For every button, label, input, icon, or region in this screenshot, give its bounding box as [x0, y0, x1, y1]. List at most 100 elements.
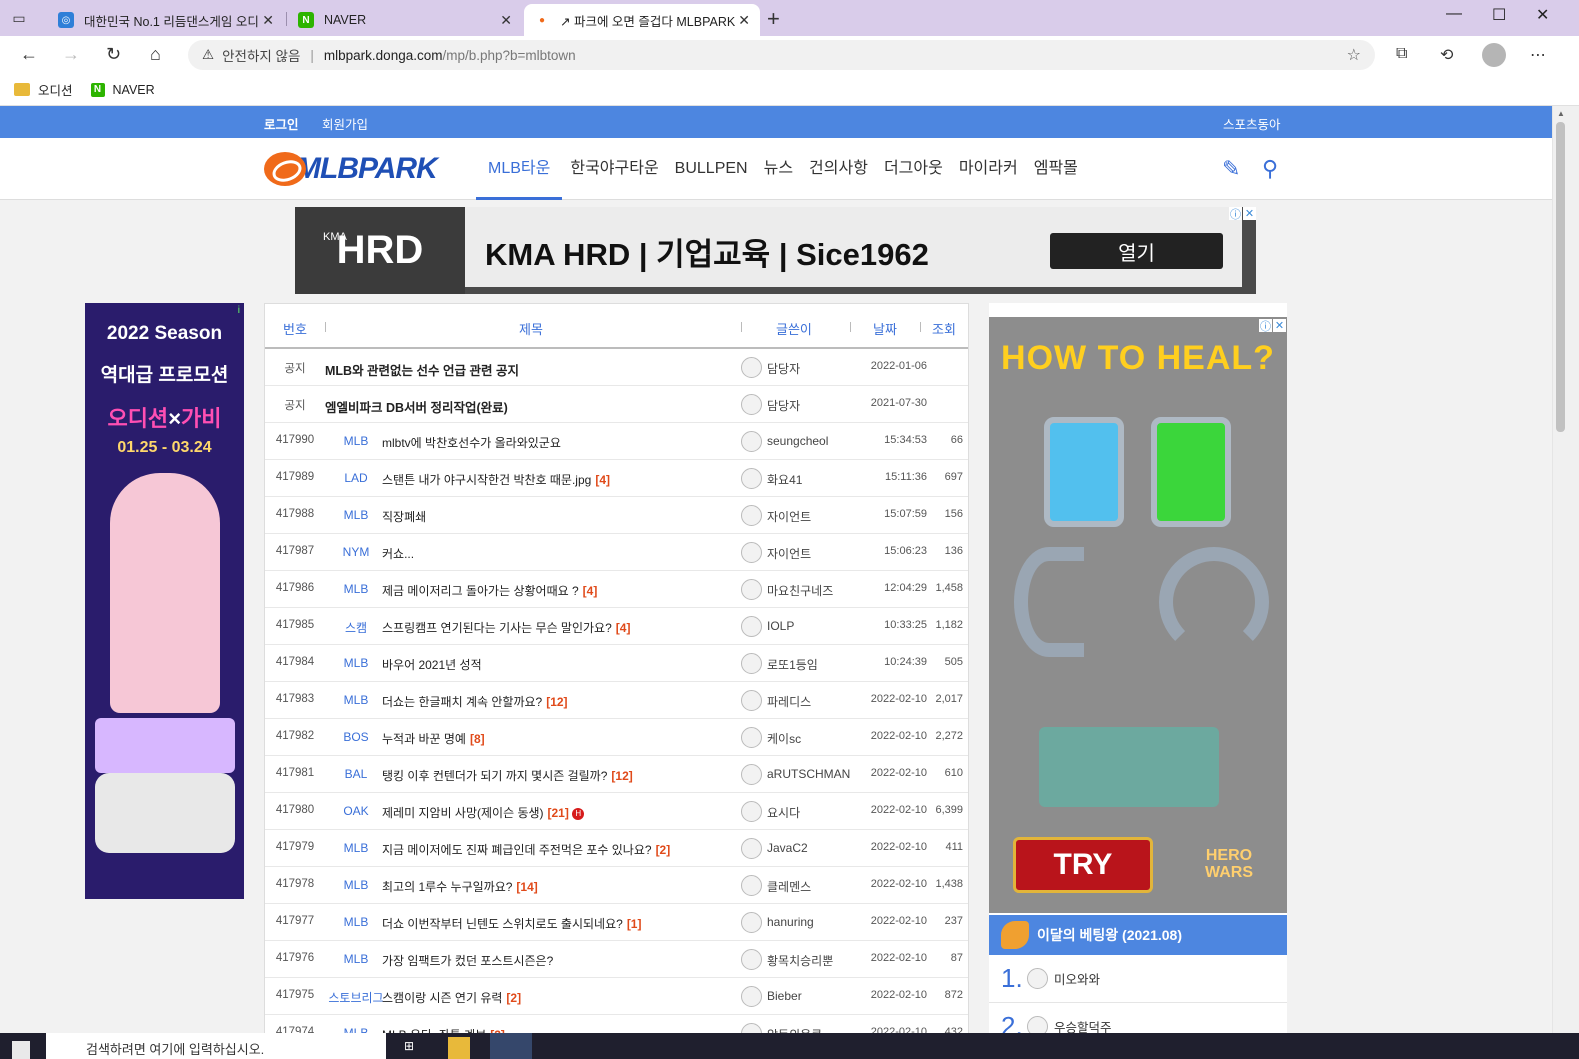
post-category[interactable]: MLB — [327, 915, 385, 929]
post-writer[interactable]: 케이sc — [767, 730, 801, 747]
post-title[interactable]: 최고의 1루수 누구일까요? — [382, 880, 512, 894]
post-row[interactable]: 417986 MLB 제금 메이저리그 돌아가는 상황어때요 ? [4] 마요친구… — [265, 571, 968, 608]
post-title[interactable]: 제레미 지암비 사망(제이슨 동생) — [382, 806, 544, 820]
top-banner-ad[interactable]: KMA HRD KMA HRD | 기업교육 | Sice1962 열기 ⓘ ✕ — [295, 207, 1256, 294]
maximize-icon[interactable]: ☐ — [1492, 5, 1506, 25]
right-ad[interactable]: HOW TO HEAL? TRY HERO WARS ⓘ ✕ — [989, 317, 1287, 913]
post-title[interactable]: 바우어 2021년 성적 — [382, 658, 482, 672]
post-row[interactable]: 417985 스캠 스프링캠프 연기된다는 기사는 무슨 말인가요? [4] IO… — [265, 608, 968, 645]
post-title[interactable]: 커쇼... — [382, 547, 414, 561]
post-row[interactable]: 417974 MLB MLB 우타, 좌투 계보[2] 알동의웅쿤 2022-0… — [265, 1015, 968, 1033]
ad-open-button[interactable]: 열기 — [1050, 233, 1223, 269]
task-view-icon[interactable]: ⊞ — [404, 1039, 414, 1053]
post-category[interactable]: OAK — [327, 804, 385, 818]
post-row[interactable]: 417976 MLB 가장 임팩트가 컸던 포스트시즌은? 황목치승리뿐 202… — [265, 941, 968, 978]
nav-bullpen[interactable]: BULLPEN — [667, 138, 756, 200]
post-writer[interactable]: 알동의웅쿤 — [767, 1026, 822, 1033]
post-title-wrap[interactable]: 바우어 2021년 성적 — [382, 656, 486, 673]
post-title-wrap[interactable]: 제레미 지암비 사망(제이슨 동생) [21] H — [382, 804, 585, 821]
post-row[interactable]: 417990 MLB mlbtv에 박찬호선수가 올라와있군요 seungche… — [265, 423, 968, 460]
post-category[interactable]: LAD — [327, 471, 385, 485]
collections-icon[interactable]: ⧉ — [1396, 45, 1407, 63]
new-tab-icon[interactable]: + — [767, 6, 780, 32]
post-title-wrap[interactable]: mlbtv에 박찬호선수가 올라와있군요 — [382, 434, 565, 451]
nav-news[interactable]: 뉴스 — [756, 138, 801, 200]
post-category[interactable]: MLB — [327, 841, 385, 855]
post-title-wrap[interactable]: 제금 메이저리그 돌아가는 상황어때요 ? [4] — [382, 582, 597, 599]
post-writer[interactable]: JavaC2 — [767, 841, 808, 855]
extensions-icon[interactable]: ⟲ — [1440, 45, 1453, 65]
tab-mlbpark[interactable]: ● ↗ 파크에 오면 즐겁다 MLBPARK ✕ — [524, 4, 760, 36]
post-category[interactable]: MLB — [327, 582, 385, 596]
post-title[interactable]: 지금 메이저에도 진짜 폐급인데 주전먹은 포수 있나요? — [382, 843, 652, 857]
minimize-icon[interactable]: — — [1446, 5, 1462, 23]
back-icon[interactable]: ← — [20, 44, 38, 65]
post-title[interactable]: 스캠이랑 시즌 연기 유력 — [382, 991, 502, 1005]
post-category[interactable]: MLB — [327, 952, 385, 966]
file-explorer-icon[interactable] — [448, 1037, 470, 1059]
nav-my-locker[interactable]: 마이라커 — [951, 138, 1026, 200]
tab-actions-icon[interactable]: ▭ — [10, 9, 28, 27]
post-row[interactable]: 417988 MLB 직장폐쇄 자이언트 15:07:59 156 — [265, 497, 968, 534]
ad-info-icon[interactable]: ⓘ — [1259, 319, 1272, 333]
ad-close-icon[interactable]: ✕ — [1273, 319, 1286, 332]
login-link[interactable]: 로그인 — [264, 114, 299, 133]
nav-suggestions[interactable]: 건의사항 — [801, 138, 876, 200]
windows-start-icon[interactable] — [12, 1041, 30, 1059]
post-title-wrap[interactable]: 가장 임팩트가 컸던 포스트시즌은? — [382, 952, 557, 969]
bookmark-naver[interactable]: N NAVER — [90, 82, 155, 97]
post-title-wrap[interactable]: MLB 우타, 좌투 계보[2] — [382, 1026, 505, 1033]
notice-row[interactable]: 공지 엠엘비파크 DB서버 정리작업(완료) 담당자 2021-07-30 — [265, 386, 968, 423]
post-title[interactable]: 탱킹 이후 컨텐더가 되기 까지 몇시즌 걸릴까? — [382, 769, 607, 783]
left-ad[interactable]: i 2022 Season 역대급 프로모션 오디션×가비 01.25 - 03… — [85, 303, 244, 899]
post-writer[interactable]: 파레디스 — [767, 693, 811, 710]
close-tab-icon[interactable]: ✕ — [262, 12, 274, 29]
post-row[interactable]: 417984 MLB 바우어 2021년 성적 로또1등임 10:24:39 5… — [265, 645, 968, 682]
post-category[interactable]: MLB — [327, 693, 385, 707]
post-title-wrap[interactable]: 더쇼 이번작부터 닌텐도 스위치로도 출시되네요? [1] — [382, 915, 641, 932]
nav-korea-baseball-town[interactable]: 한국야구타운 — [562, 138, 666, 200]
url-field[interactable]: ⚠ 안전하지 않음 | mlbpark.donga.com /mp/b.php?… — [188, 40, 1375, 70]
profile-icon[interactable] — [1482, 43, 1506, 67]
post-title-wrap[interactable]: 누적과 바꾼 명예 [8] — [382, 730, 485, 747]
refresh-icon[interactable]: ↻ — [106, 44, 121, 65]
nav-dugout[interactable]: 더그아웃 — [876, 138, 951, 200]
post-writer[interactable]: 클레멘스 — [767, 878, 811, 895]
scroll-up-icon[interactable]: ▲ — [1557, 109, 1565, 118]
sportsdonga-link[interactable]: 스포츠동아 — [1223, 114, 1281, 133]
post-category[interactable]: BOS — [327, 730, 385, 744]
post-writer[interactable]: hanuring — [767, 915, 814, 929]
post-writer[interactable]: 마요친구네즈 — [767, 582, 833, 599]
post-writer[interactable]: 화요41 — [767, 471, 802, 488]
post-category[interactable]: MLB — [327, 508, 385, 522]
close-tab-icon[interactable]: ✕ — [500, 12, 512, 29]
post-category[interactable]: MLB — [327, 878, 385, 892]
post-category[interactable]: MLB — [327, 434, 385, 448]
close-tab-icon[interactable]: ✕ — [738, 12, 750, 29]
nav-mlbtown[interactable]: MLB타운 — [476, 138, 563, 200]
scroll-thumb[interactable] — [1556, 122, 1565, 432]
more-icon[interactable]: ⋯ — [1530, 45, 1546, 65]
rank-item[interactable]: 1. 미오와와 — [989, 955, 1287, 1003]
post-title-wrap[interactable]: 스캠이랑 시즌 연기 유력 [2] — [382, 989, 521, 1006]
post-title-wrap[interactable]: 스프링캠프 연기된다는 기사는 무슨 말인가요? [4] — [382, 619, 630, 636]
post-writer[interactable]: Bieber — [767, 989, 802, 1003]
post-writer[interactable]: 자이언트 — [767, 508, 811, 525]
post-row[interactable]: 417975 스토브리그 스캠이랑 시즌 연기 유력 [2] Bieber 202… — [265, 978, 968, 1015]
post-row[interactable]: 417979 MLB 지금 메이저에도 진짜 폐급인데 주전먹은 포수 있나요?… — [265, 830, 968, 867]
post-title-wrap[interactable]: 직장폐쇄 — [382, 508, 430, 525]
post-row[interactable]: 417977 MLB 더쇼 이번작부터 닌텐도 스위치로도 출시되네요? [1] … — [265, 904, 968, 941]
bookmark-audition[interactable]: 오디션 — [14, 80, 73, 99]
post-title[interactable]: mlbtv에 박찬호선수가 올라와있군요 — [382, 436, 561, 450]
rank-item[interactable]: 2. 우승할덕주 — [989, 1003, 1287, 1033]
write-icon[interactable]: ✎ — [1222, 156, 1240, 182]
post-title[interactable]: 더쇼는 한글패치 계속 안할까요? — [382, 695, 542, 709]
post-title-wrap[interactable]: 스탠튼 내가 야구시작한건 박찬호 때문.jpg [4] — [382, 471, 610, 488]
post-title[interactable]: 제금 메이저리그 돌아가는 상황어때요 ? — [382, 584, 579, 598]
post-writer[interactable]: seungcheol — [767, 434, 828, 448]
add-favorite-icon[interactable]: ☆ — [1347, 45, 1361, 65]
post-writer[interactable]: IOLP — [767, 619, 794, 633]
post-row[interactable]: 417983 MLB 더쇼는 한글패치 계속 안할까요? [12] 파레디스 20… — [265, 682, 968, 719]
post-title[interactable]: 더쇼 이번작부터 닌텐도 스위치로도 출시되네요? — [382, 917, 623, 931]
post-title-wrap[interactable]: 커쇼... — [382, 545, 418, 562]
